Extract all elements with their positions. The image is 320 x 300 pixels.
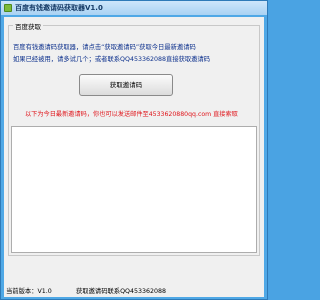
group-label: 百度获取 [13, 21, 43, 31]
app-window: 百度有钱邀请码获取器V1.0 百度获取 百度有钱邀请码获取器，请点击“获取邀请码… [0, 0, 268, 300]
group-box: 百度获取 百度有钱邀请码获取器，请点击“获取邀请码”获取今日最新邀请码 如果已经… [8, 21, 260, 256]
status-bar: 当前版本：V1.0 获取邀请码联系QQ453362088 [4, 285, 264, 297]
contact-label: 获取邀请码联系QQ453362088 [76, 288, 167, 295]
instruction-line-2: 如果已经被用，请多试几个；或者联系QQ453362088直接获取邀请码 [13, 56, 211, 63]
app-icon [4, 4, 12, 12]
instruction-line-1: 百度有钱邀请码获取器，请点击“获取邀请码”获取今日最新邀请码 [13, 44, 196, 51]
invite-code-output[interactable] [11, 126, 257, 253]
get-invite-code-button[interactable]: 获取邀请码 [79, 74, 173, 96]
client-area: 百度获取 百度有钱邀请码获取器，请点击“获取邀请码”获取今日最新邀请码 如果已经… [4, 17, 264, 297]
version-label: 当前版本：V1.0 [6, 288, 52, 295]
window-title: 百度有钱邀请码获取器V1.0 [15, 4, 103, 12]
notice-text: 以下为今日最新邀请码，你也可以发送邮件至4533620880qq.com 直接索… [25, 111, 238, 118]
title-bar[interactable]: 百度有钱邀请码获取器V1.0 [1, 1, 267, 15]
